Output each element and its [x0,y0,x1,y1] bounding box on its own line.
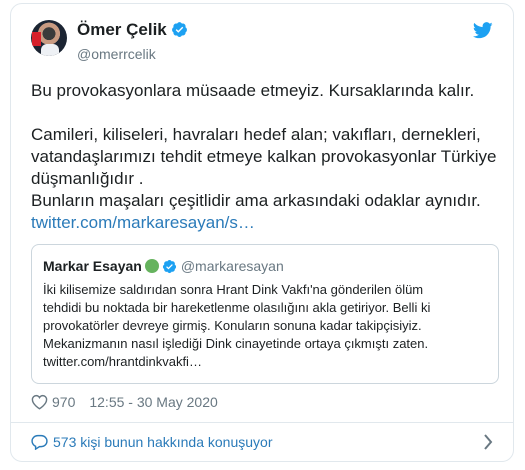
conversation-label: 573 kişi bunun hakkında konuşuyor [53,434,273,450]
timestamp[interactable]: 12:55 - 30 May 2020 [89,394,217,410]
tweet-line: Camileri, kiliseleri, havraları hedef al… [31,125,497,188]
avatar-shirt [41,44,59,56]
speech-bubble-icon [31,434,48,455]
quoted-line: İki kilisemize saldırıdan sonra Hrant Di… [43,282,424,297]
tweet-line: Bu provokasyonlara müsaade etmeyiz. Kurs… [31,81,475,100]
quoted-line: twitter.com/hrantdinkvakfi… [43,354,202,369]
divider [11,422,513,423]
quoted-header: Markar Esayan @markaresayan [43,257,284,278]
tweet-header: Ömer Çelik @omerrcelik [31,20,493,64]
verified-badge-icon [171,21,188,43]
quoted-author-name: Markar Esayan [43,258,142,274]
chevron-right-icon[interactable] [483,434,493,455]
conversation-link[interactable]: 573 kişi bunun hakkında konuşuyor [31,432,272,452]
author-name[interactable]: Ömer Çelik [77,20,167,39]
tweet-meta: 970 12:55 - 30 May 2020 [31,392,218,412]
tweet-line: Bunların maşaları çeşitlidir ama arkasın… [31,191,481,210]
tweet-text: Bu provokasyonlara müsaade etmeyiz. Kurs… [31,80,501,234]
quoted-body: İki kilisemize saldırıdan sonra Hrant Di… [43,281,489,371]
heart-icon[interactable] [31,394,48,415]
tweet-card: Ömer Çelik @omerrcelik Bu provokasyonlar… [10,3,514,462]
quoted-author-handle: @markaresayan [180,258,284,274]
flag-icon [32,32,41,46]
quoted-line: tehdidi bu noktada bir hareketlenme olas… [43,300,431,315]
author-handle[interactable]: @omerrcelik [77,44,188,64]
quoted-line: Mekanizmanın nasıl işlediği Dink cinayet… [43,336,429,351]
quoted-line: provokatörler devreye girmiş. Konuların … [43,318,422,333]
twitter-bird-icon[interactable] [473,22,493,44]
like-count[interactable]: 970 [52,394,75,410]
green-circle-icon [144,259,159,273]
quoted-tweet[interactable]: Markar Esayan @markaresayan İki kilisemiz… [31,244,499,384]
tweet-link[interactable]: twitter.com/markaresayan/s… [31,213,255,232]
author-name-row: Ömer Çelik [77,20,188,43]
avatar[interactable] [31,20,67,56]
author-block[interactable]: Ömer Çelik @omerrcelik [77,20,188,64]
verified-badge-icon [162,259,177,278]
